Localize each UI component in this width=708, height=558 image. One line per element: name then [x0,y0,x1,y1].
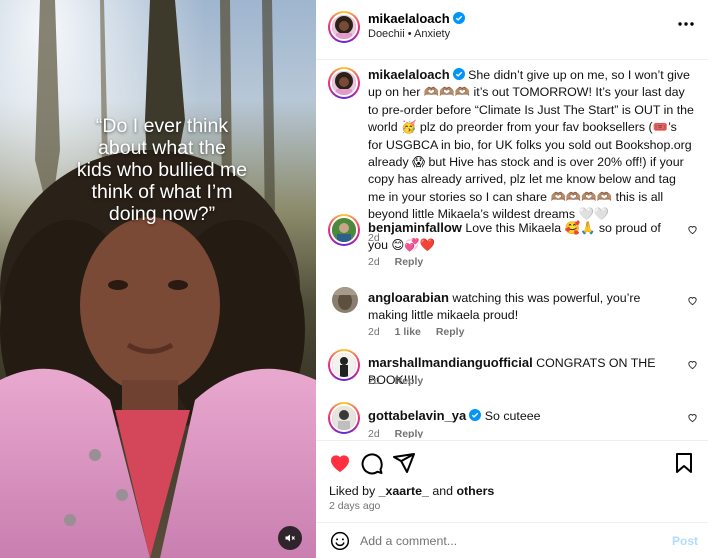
post-date[interactable]: 2 days ago [329,500,380,512]
likes-summary: Liked by _xaarte_ and others [329,484,494,498]
verified-badge-icon [469,409,482,421]
commenter-avatar[interactable] [328,402,360,434]
liked-by-user[interactable]: _xaarte_ [379,484,429,498]
comment-time[interactable]: 2d [368,428,380,438]
post-video[interactable]: “Do I ever think about what the kids who… [0,0,316,558]
post-comment-button[interactable]: Post [672,534,698,548]
comment-body: benjaminfallow Love this Mikaela 🥰🙏 so p… [368,219,683,254]
commenter-username[interactable]: gottabelavin_ya [368,408,466,423]
comment-time[interactable]: 2d [368,256,380,268]
verified-badge-icon [452,12,465,24]
reply-button[interactable]: Reply [395,375,424,387]
post-actions [316,440,708,480]
likes-middle: and [428,484,457,498]
author-username-row: mikaelaloach [368,11,465,26]
comment-meta: 2d Reply [368,428,435,438]
comment-item: gottabelavin_ya So cuteee 2d Reply [316,402,708,438]
author-username[interactable]: mikaelaloach [368,11,450,26]
commenter-username[interactable]: angloarabian [368,290,449,305]
comment-like-count[interactable]: 1 like [395,326,421,338]
comment-body: gottabelavin_ya So cuteee [368,407,683,425]
post-details-panel: mikaelaloach Doechii • Anxiety mikaelalo… [316,0,708,558]
comment-body: angloarabian watching this was powerful,… [368,289,683,324]
comment-like-heart-icon[interactable] [687,224,698,235]
liked-by-others[interactable]: others [456,484,494,498]
comment-item: marshallmandianguofficial CONGRATS ON TH… [316,349,708,395]
video-overlay-caption: “Do I ever think about what the kids who… [76,115,248,225]
verified-badge-icon [452,68,465,80]
reply-button[interactable]: Reply [395,256,424,268]
more-horizontal-icon[interactable] [676,14,696,34]
emoji-icon[interactable] [330,531,350,551]
likes-prefix: Liked by [329,484,379,498]
commenter-avatar[interactable] [328,214,360,246]
comment-time[interactable]: 2d [368,375,380,387]
commenter-avatar[interactable] [332,287,358,313]
comments-list[interactable]: mikaelaloach She didn’t give up on me, s… [316,61,708,438]
heart-filled-icon[interactable] [328,451,352,475]
comment-meta: 2d 1 like Reply [368,326,476,338]
author-avatar[interactable] [328,11,360,43]
comment-like-heart-icon[interactable] [687,295,698,306]
share-icon[interactable] [392,451,416,475]
post-header: mikaelaloach Doechii • Anxiety [316,0,708,60]
comment-meta: 2d Reply [368,375,435,387]
comment-icon[interactable] [360,451,384,475]
reply-button[interactable]: Reply [436,326,465,338]
mute-button[interactable] [278,526,302,550]
audio-track[interactable]: Doechii • Anxiety [368,28,450,40]
caption-text: She didn’t give up on me, so I won’t giv… [368,68,694,222]
bookmark-icon[interactable] [672,451,696,475]
commenter-username[interactable]: benjaminfallow [368,220,462,235]
speaker-muted-icon [285,534,295,542]
reply-button[interactable]: Reply [395,428,424,438]
add-comment-bar: Post [316,522,708,558]
comment-item: angloarabian watching this was powerful,… [316,285,708,341]
caption-avatar[interactable] [328,67,360,99]
comment-input[interactable] [360,531,650,551]
comment-like-heart-icon[interactable] [687,359,698,370]
comment-like-heart-icon[interactable] [687,412,698,423]
comment-text: So cuteee [484,409,541,423]
comment-time[interactable]: 2d [368,326,380,338]
commenter-avatar[interactable] [328,349,360,381]
comment-item: benjaminfallow Love this Mikaela 🥰🙏 so p… [316,214,708,270]
caption-username[interactable]: mikaelaloach [368,67,450,82]
video-frame [0,0,316,558]
comment-meta: 2d Reply [368,256,435,268]
commenter-username[interactable]: marshallmandianguofficial [368,355,533,370]
